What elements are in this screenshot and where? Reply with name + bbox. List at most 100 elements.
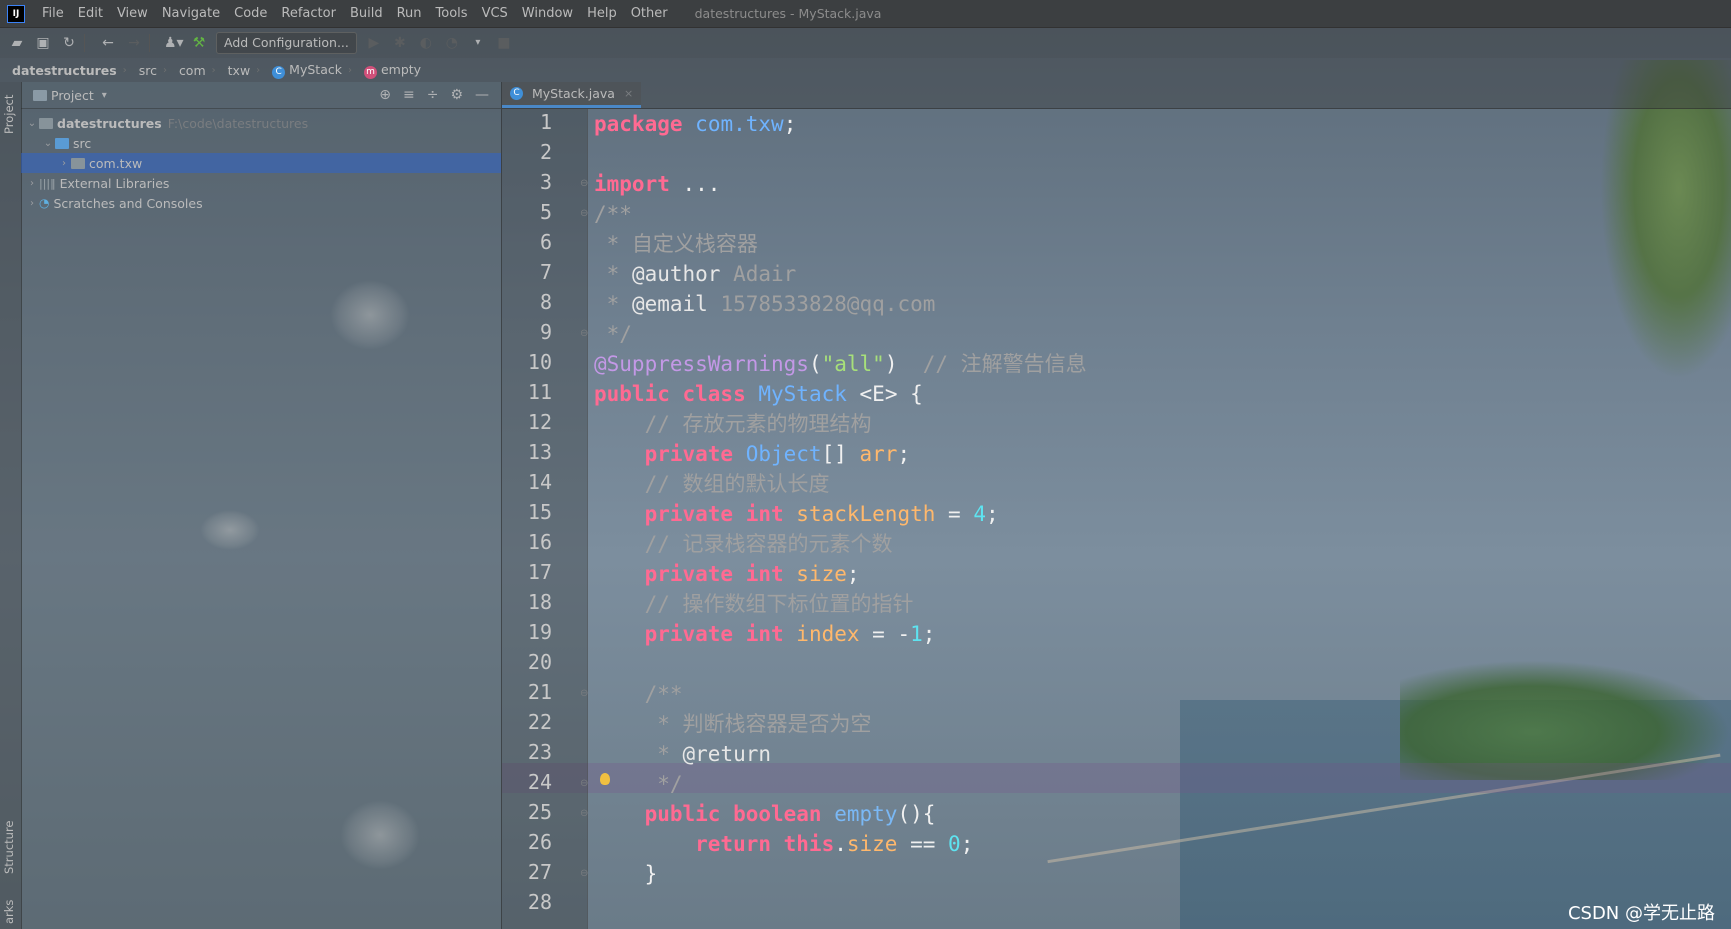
code-token: index bbox=[796, 622, 860, 646]
line-number: 27 bbox=[527, 860, 552, 884]
code-line-5: /** bbox=[594, 202, 632, 226]
chevron-right-icon[interactable]: › bbox=[57, 158, 71, 169]
chevron-down-icon[interactable]: ⌄ bbox=[41, 138, 55, 149]
menu-edit[interactable]: Edit bbox=[71, 6, 110, 21]
chevron-right-icon[interactable]: › bbox=[25, 178, 39, 189]
code-line-8: * @email 1578533828@qq.com bbox=[594, 289, 936, 319]
profile-icon[interactable]: ◔ bbox=[443, 34, 461, 52]
breadcrumb-method[interactable]: m empty bbox=[352, 62, 421, 79]
stop-icon[interactable]: ■ bbox=[495, 34, 513, 52]
sync-icon[interactable]: ↻ bbox=[60, 34, 78, 52]
breadcrumb-class[interactable]: C MyStack bbox=[260, 62, 342, 79]
menu-other[interactable]: Other bbox=[624, 6, 675, 21]
project-panel-actions: ⊕ ≡ ÷ ⚙ — bbox=[379, 87, 501, 103]
code-editor[interactable]: package com.txw; import ... /** * 自定义栈容器… bbox=[588, 109, 1731, 929]
code-line-3: import ... bbox=[594, 169, 720, 199]
code-token: public boolean bbox=[594, 802, 835, 826]
breadcrumb-method-label: empty bbox=[380, 61, 422, 77]
code-token: ; bbox=[922, 622, 936, 646]
bookmarks-tool-button[interactable]: arks bbox=[2, 900, 16, 924]
forward-icon[interactable]: → bbox=[125, 34, 143, 52]
menu-vcs[interactable]: VCS bbox=[475, 6, 515, 21]
menu-file[interactable]: File bbox=[35, 6, 71, 21]
breadcrumb-class-label: MyStack bbox=[289, 61, 342, 77]
open-folder-icon[interactable]: ▰ bbox=[8, 34, 26, 52]
code-token: = bbox=[935, 502, 974, 526]
menu-window[interactable]: Window bbox=[515, 6, 580, 21]
scratches-icon: ◔ bbox=[39, 196, 50, 210]
tree-item-scratches[interactable]: › ◔ Scratches and Consoles bbox=[21, 193, 501, 213]
method-icon: m bbox=[363, 65, 377, 79]
project-panel: Project ▾ ⊕ ≡ ÷ ⚙ — ⌄ datestructures F:\… bbox=[21, 82, 502, 929]
menu-tools[interactable]: Tools bbox=[429, 6, 475, 21]
tree-item-project[interactable]: ⌄ datestructures F:\code\datestructures bbox=[21, 113, 501, 133]
code-token: ; bbox=[846, 562, 860, 586]
code-token: ... bbox=[669, 172, 721, 196]
code-line-1: package com.txw; bbox=[594, 109, 796, 139]
breadcrumb-com[interactable]: com bbox=[167, 63, 206, 78]
add-configuration-button[interactable]: Add Configuration... bbox=[216, 32, 357, 54]
code-token: public class bbox=[594, 382, 759, 406]
project-tool-button[interactable]: Project bbox=[2, 95, 16, 134]
line-number: 6 bbox=[539, 230, 552, 254]
breadcrumb-src[interactable]: src bbox=[127, 63, 157, 78]
code-line-26: return this.size == 0; bbox=[594, 829, 973, 859]
tree-item-external-libraries[interactable]: › |||‖ External Libraries bbox=[21, 173, 501, 193]
code-token: Adair bbox=[720, 262, 797, 286]
menu-run[interactable]: Run bbox=[390, 6, 429, 21]
vcs-user-icon[interactable]: ♟▾ bbox=[164, 34, 184, 52]
line-number: 18 bbox=[527, 590, 552, 614]
code-token: @SuppressWarnings bbox=[594, 352, 809, 376]
tree-item-package[interactable]: › com.txw bbox=[21, 153, 501, 173]
line-number: 10 bbox=[527, 350, 552, 374]
coverage-icon[interactable]: ◐ bbox=[417, 34, 435, 52]
folder-icon bbox=[39, 117, 53, 129]
menu-navigate[interactable]: Navigate bbox=[155, 6, 227, 21]
line-number: 8 bbox=[539, 290, 552, 314]
code-line-21: /** bbox=[594, 682, 683, 706]
code-token: = - bbox=[859, 622, 911, 646]
structure-tool-button[interactable]: Structure bbox=[2, 821, 16, 875]
more-run-options-icon[interactable]: ▾ bbox=[469, 34, 487, 52]
line-number: 11 bbox=[527, 380, 552, 404]
collapse-all-icon[interactable]: ÷ bbox=[427, 87, 439, 103]
intellij-logo-icon[interactable]: IJ bbox=[7, 4, 25, 23]
back-icon[interactable]: ← bbox=[99, 34, 117, 52]
breadcrumb-txw[interactable]: txw bbox=[216, 63, 251, 78]
expand-all-icon[interactable]: ≡ bbox=[403, 87, 415, 103]
code-token: package bbox=[594, 112, 683, 136]
debug-icon[interactable]: ✱ bbox=[391, 34, 409, 52]
editor-gutter[interactable]: 1 2 3 5 6 7 8 9 10 11 12 13 14 15 16 17 … bbox=[502, 109, 588, 929]
code-line-22: * 判断栈容器是否为空 bbox=[594, 712, 872, 736]
project-view-selector[interactable]: Project bbox=[51, 88, 94, 103]
chevron-right-icon[interactable]: › bbox=[25, 198, 39, 209]
build-hammer-icon[interactable]: ⚒ bbox=[190, 34, 208, 52]
menu-build[interactable]: Build bbox=[343, 6, 390, 21]
code-token: com.txw bbox=[695, 112, 784, 136]
menu-view[interactable]: View bbox=[110, 6, 155, 21]
run-icon[interactable]: ▶ bbox=[365, 34, 383, 52]
code-token: 0 bbox=[948, 832, 961, 856]
code-line-23: * @return bbox=[594, 739, 771, 769]
code-token: private int bbox=[594, 622, 797, 646]
hide-panel-icon[interactable]: — bbox=[475, 87, 489, 103]
chevron-down-icon[interactable]: ⌄ bbox=[25, 118, 39, 129]
breadcrumb-project[interactable]: datestructures bbox=[0, 63, 117, 78]
locate-file-icon[interactable]: ⊕ bbox=[379, 87, 391, 103]
chevron-right-icon: › bbox=[122, 64, 127, 76]
code-token: * bbox=[594, 292, 632, 316]
menu-code[interactable]: Code bbox=[227, 6, 274, 21]
gear-icon[interactable]: ⚙ bbox=[450, 87, 463, 103]
menu-help[interactable]: Help bbox=[580, 6, 624, 21]
close-icon[interactable]: × bbox=[624, 87, 633, 100]
window-title: datestructures - MyStack.java bbox=[694, 6, 882, 21]
line-number: 23 bbox=[527, 740, 552, 764]
line-number: 19 bbox=[527, 620, 552, 644]
menu-refactor[interactable]: Refactor bbox=[274, 6, 343, 21]
chevron-down-icon[interactable]: ▾ bbox=[102, 90, 107, 101]
tab-mystack-java[interactable]: C MyStack.java × bbox=[502, 82, 642, 108]
save-icon[interactable]: ▣ bbox=[34, 34, 52, 52]
package-icon bbox=[71, 157, 85, 169]
code-token: == bbox=[897, 832, 949, 856]
tree-item-src[interactable]: ⌄ src bbox=[21, 133, 501, 153]
